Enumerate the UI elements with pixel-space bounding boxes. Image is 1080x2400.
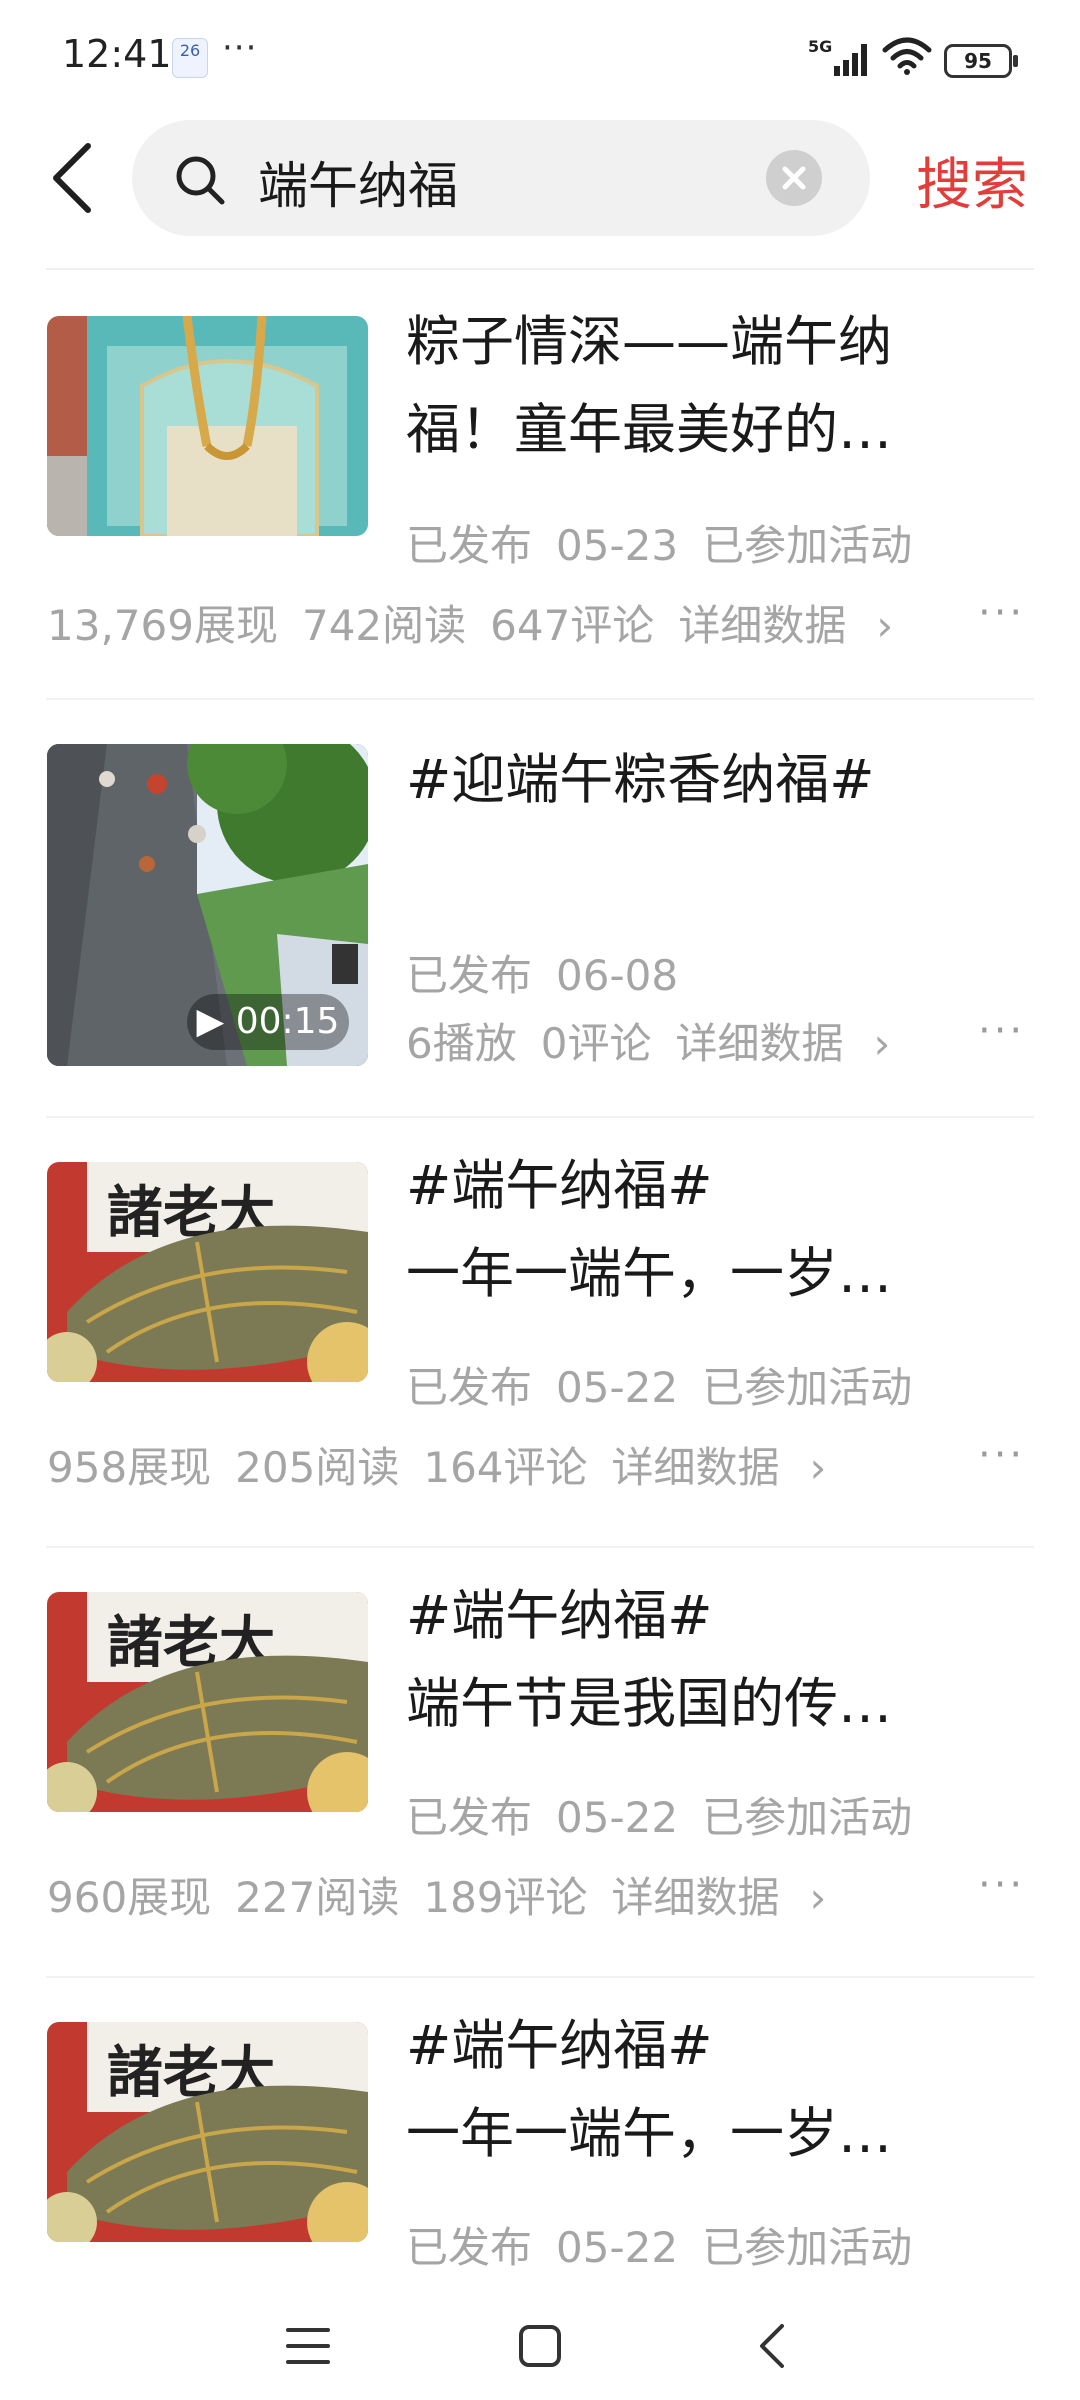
zongzi-image: 諸老大 <box>47 1592 368 1812</box>
divider <box>46 1116 1034 1118</box>
more-notifications-icon: ··· <box>222 28 258 68</box>
post-meta: 已发布 06-08 <box>406 951 679 1000</box>
status-time: 12:41 <box>62 32 172 76</box>
detail-data-link[interactable]: 详细数据 › <box>612 1873 851 1922</box>
search-input[interactable]: 端午纳福 <box>258 146 458 218</box>
list-item[interactable]: 諸老大 #端午纳福# 端午节是我国的传… 已发布 05-22 已参加活动 960展现… <box>0 1576 1080 1956</box>
home-square-icon[interactable] <box>518 2324 562 2368</box>
list-item[interactable]: 粽子情深——端午纳 福！童年最美好的… 已发布 05-23 已参加活动 13,769… <box>0 300 1080 680</box>
more-options-icon[interactable]: ··· <box>978 1008 1025 1054</box>
zongzi-image: 諸老大 <box>47 2022 368 2242</box>
post-thumbnail[interactable]: 諸老大 <box>47 1592 368 1812</box>
gift-box-image <box>47 316 368 536</box>
post-title[interactable]: #端午纳福# 一年一端午，一岁… <box>406 1142 996 1318</box>
play-icon: ▶ <box>196 1001 225 1042</box>
wifi-icon <box>882 37 932 75</box>
system-nav-bar <box>0 2290 1080 2400</box>
battery-icon: 95 <box>944 44 1018 78</box>
divider <box>46 698 1034 700</box>
clear-search-button[interactable] <box>766 150 822 206</box>
video-thumbnail[interactable]: ▶ 00:15 <box>47 744 368 1066</box>
detail-data-link[interactable]: 详细数据 › <box>612 1443 851 1492</box>
more-options-icon[interactable]: ··· <box>978 590 1025 636</box>
chevron-right-icon: › <box>873 1019 891 1068</box>
menu-icon[interactable] <box>286 2326 330 2366</box>
post-thumbnail[interactable]: 諸老大 <box>47 1162 368 1382</box>
svg-text:5G: 5G <box>808 38 832 56</box>
post-meta: 已发布 05-22 已参加活动 <box>406 1793 913 1842</box>
post-thumbnail[interactable]: 諸老大 <box>47 2022 368 2242</box>
post-stats: 13,769展现 742阅读 647评论 详细数据 › <box>47 592 917 653</box>
post-stats: 6播放 0评论 详细数据 › <box>406 1010 914 1071</box>
divider <box>46 268 1034 270</box>
post-thumbnail[interactable] <box>47 316 368 536</box>
post-title[interactable]: 粽子情深——端午纳 福！童年最美好的… <box>406 298 996 474</box>
divider <box>46 1546 1034 1548</box>
post-meta: 已发布 05-23 已参加活动 <box>406 521 913 570</box>
post-meta: 已发布 05-22 已参加活动 <box>406 1363 913 1412</box>
back-arrow-icon[interactable] <box>40 138 110 218</box>
status-bar: 12:41 26 ··· 5G 95 <box>0 0 1080 110</box>
chevron-right-icon: › <box>809 1873 827 1922</box>
search-icon <box>176 156 225 205</box>
back-icon[interactable] <box>756 2322 788 2370</box>
more-options-icon[interactable]: ··· <box>978 1432 1025 1478</box>
detail-data-link[interactable]: 详细数据 › <box>678 601 917 650</box>
post-title[interactable]: #端午纳福# 端午节是我国的传… <box>406 1572 996 1748</box>
chevron-right-icon: › <box>809 1443 827 1492</box>
close-icon <box>782 166 806 190</box>
zongzi-image: 諸老大 <box>47 1162 368 1382</box>
search-box[interactable]: 端午纳福 <box>132 120 870 236</box>
search-button[interactable]: 搜索 <box>916 140 1028 221</box>
list-item[interactable]: ▶ 00:15 #迎端午粽香纳福# 已发布 06-08 6播放 0评论 详细数据 › ·… <box>0 728 1080 1108</box>
post-title[interactable]: #迎端午粽香纳福# <box>406 736 996 824</box>
list-item[interactable]: 諸老大 #端午纳福# 一年一端午，一岁… 已发布 05-22 已参加活动 <box>0 2006 1080 2290</box>
more-options-icon[interactable]: ··· <box>978 1862 1025 1908</box>
post-stats: 958展现 205阅读 164评论 详细数据 › <box>47 1434 850 1495</box>
chevron-right-icon: › <box>876 601 894 650</box>
list-item[interactable]: 諸老大 #端午纳福# 一年一端午，一岁… 已发布 05-22 已参加活动 958展现… <box>0 1146 1080 1526</box>
detail-data-link[interactable]: 详细数据 › <box>675 1019 914 1068</box>
calendar-icon: 26 <box>172 38 208 78</box>
cellular-signal-icon: 5G <box>808 38 867 76</box>
post-title[interactable]: #端午纳福# 一年一端午，一岁… <box>406 2002 996 2178</box>
video-duration-badge: ▶ 00:15 <box>187 994 349 1050</box>
post-stats: 960展现 227阅读 189评论 详细数据 › <box>47 1864 850 1925</box>
divider <box>46 1976 1034 1978</box>
post-meta: 已发布 05-22 已参加活动 <box>406 2223 913 2272</box>
